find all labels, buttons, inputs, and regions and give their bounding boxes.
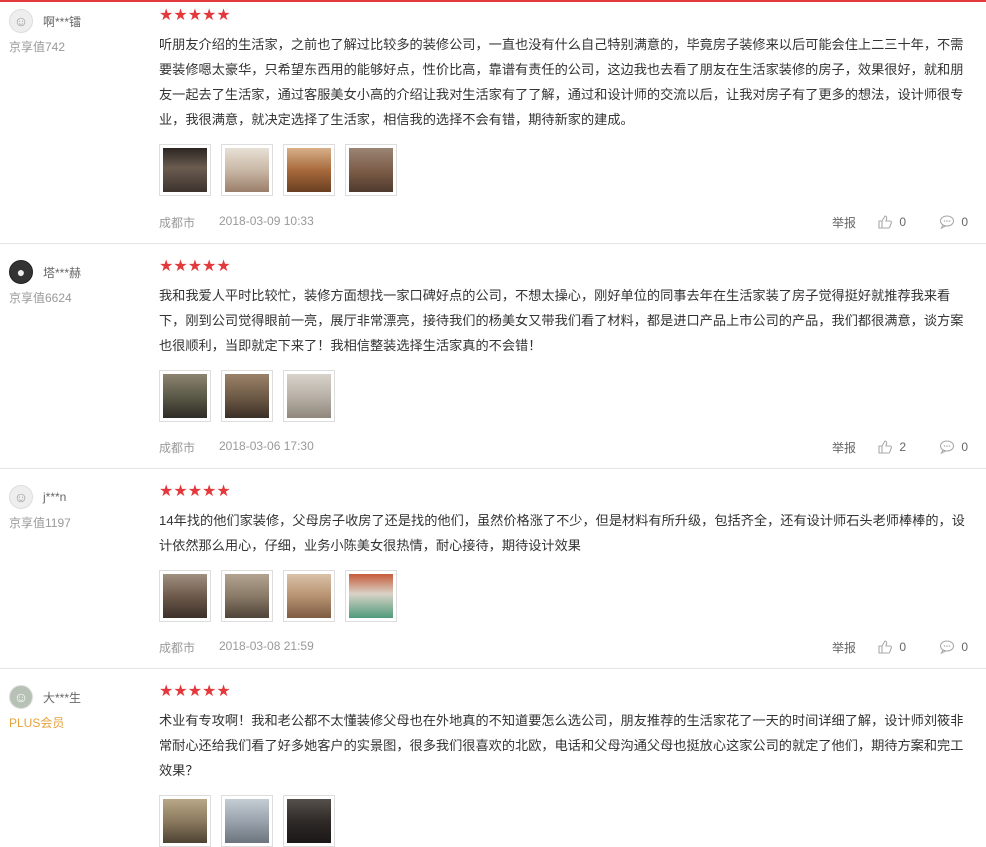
review-item: ● 塔***赫 京享值6624 ★ ★ ★ ★ ★ 我和我爱人平时比较忙，装修方面想找一… (0, 244, 986, 469)
comment-button[interactable]: 0 (939, 439, 968, 455)
thumbs-up-icon (878, 440, 893, 454)
star-icon: ★ (173, 683, 188, 700)
star-icon: ★ (159, 7, 174, 24)
user-level: 京享值6624 (9, 291, 72, 305)
photo-thumbnail[interactable] (283, 570, 335, 622)
review-date: 2018-03-09 10:33 (219, 214, 314, 228)
username[interactable]: 大***生 (43, 689, 81, 706)
comment-bubble-icon (940, 640, 955, 655)
comment-count: 0 (961, 640, 968, 654)
star-icon: ★ (173, 258, 188, 275)
photo-thumbnail[interactable] (283, 795, 335, 847)
rating-stars: ★ ★ ★ ★ ★ (159, 484, 968, 500)
photo-thumbnail[interactable] (345, 570, 397, 622)
star-icon: ★ (202, 683, 217, 700)
review-item: ☺ 大***生 PLUS会员 ★ ★ ★ ★ ★ 术业有专攻啊！我和老公都不太懂装修父母… (0, 669, 986, 847)
review-photos (159, 370, 968, 422)
review-item: ☺ j***n 京享值1197 ★ ★ ★ ★ ★ 14年找的他们家装修，父母房子收房了… (0, 469, 986, 669)
review-user: ☺ j***n 京享值1197 (9, 485, 149, 531)
report-link[interactable]: 举报 (832, 639, 856, 656)
review-text: 我和我爱人平时比较忙，装修方面想找一家口碑好点的公司，不想太操心，刚好单位的同事… (159, 288, 964, 353)
star-icon: ★ (187, 258, 203, 275)
review-photos (159, 144, 968, 196)
rating-stars: ★ ★ ★ ★ ★ (159, 8, 968, 24)
rating-stars: ★ ★ ★ ★ ★ (159, 259, 968, 275)
comment-count: 0 (961, 440, 968, 454)
plus-member-badge: PLUS会员 (9, 716, 65, 730)
star-icon: ★ (216, 683, 231, 700)
comment-count: 0 (961, 215, 968, 229)
comment-button[interactable]: 0 (939, 214, 968, 230)
star-icon: ★ (187, 7, 203, 24)
review-meta: 成都市 2018-03-08 21:59 举报 0 0 (159, 639, 968, 655)
review-location: 成都市 (159, 216, 196, 230)
photo-thumbnail[interactable] (221, 795, 273, 847)
review-user: ☺ 啊***镭 京享值742 (9, 9, 149, 55)
thumbs-up-icon (878, 640, 893, 654)
review-text: 术业有专攻啊！我和老公都不太懂装修父母也在外地真的不知道要怎么选公司，朋友推荐的… (159, 713, 964, 778)
star-icon: ★ (159, 483, 174, 500)
photo-thumbnail[interactable] (159, 144, 211, 196)
user-level: 京享值1197 (9, 516, 71, 530)
star-icon: ★ (173, 483, 188, 500)
star-icon: ★ (216, 483, 231, 500)
star-icon: ★ (187, 683, 203, 700)
photo-thumbnail[interactable] (221, 370, 273, 422)
thumbs-up-icon (878, 215, 893, 229)
photo-thumbnail[interactable] (159, 570, 211, 622)
star-icon: ★ (173, 7, 188, 24)
review-user: ☺ 大***生 PLUS会员 (9, 685, 149, 731)
star-icon: ★ (187, 483, 203, 500)
comment-bubble-icon (940, 440, 955, 455)
user-level: 京享值742 (9, 40, 66, 54)
username[interactable]: 啊***镭 (43, 13, 81, 30)
star-icon: ★ (159, 683, 174, 700)
review-user: ● 塔***赫 京享值6624 (9, 260, 149, 306)
username[interactable]: 塔***赫 (43, 264, 81, 281)
report-link[interactable]: 举报 (832, 439, 856, 456)
avatar[interactable]: ☺ (9, 685, 33, 709)
review-text: 14年找的他们家装修，父母房子收房了还是找的他们，虽然价格涨了不少，但是材料有所… (159, 513, 965, 553)
photo-thumbnail[interactable] (221, 144, 273, 196)
review-location: 成都市 (159, 641, 196, 655)
star-icon: ★ (159, 258, 174, 275)
avatar[interactable]: ☺ (9, 9, 33, 33)
review-photos (159, 795, 968, 847)
review-location: 成都市 (159, 441, 196, 455)
star-icon: ★ (202, 483, 217, 500)
like-button[interactable]: 0 (877, 639, 906, 655)
review-meta: 成都市 2018-03-09 10:33 举报 0 0 (159, 214, 968, 230)
star-icon: ★ (216, 258, 231, 275)
review-date: 2018-03-08 21:59 (219, 639, 314, 653)
like-count: 0 (899, 640, 906, 654)
photo-thumbnail[interactable] (345, 144, 397, 196)
avatar[interactable]: ● (9, 260, 33, 284)
rating-stars: ★ ★ ★ ★ ★ (159, 684, 968, 700)
like-button[interactable]: 2 (877, 439, 906, 455)
like-count: 0 (899, 215, 906, 229)
review-item: ☺ 啊***镭 京享值742 ★ ★ ★ ★ ★ 听朋友介绍的生活家，之前也了解过比较多… (0, 2, 986, 244)
star-icon: ★ (202, 7, 217, 24)
comment-button[interactable]: 0 (939, 639, 968, 655)
review-date: 2018-03-06 17:30 (219, 439, 314, 453)
like-count: 2 (899, 440, 906, 454)
comment-bubble-icon (940, 215, 955, 230)
report-link[interactable]: 举报 (832, 214, 856, 231)
avatar[interactable]: ☺ (9, 485, 33, 509)
photo-thumbnail[interactable] (283, 144, 335, 196)
star-icon: ★ (216, 7, 231, 24)
like-button[interactable]: 0 (877, 214, 906, 230)
review-photos (159, 570, 968, 622)
review-meta: 成都市 2018-03-06 17:30 举报 2 0 (159, 439, 968, 455)
star-icon: ★ (202, 258, 217, 275)
photo-thumbnail[interactable] (221, 570, 273, 622)
review-text: 听朋友介绍的生活家，之前也了解过比较多的装修公司，一直也没有什么自己特别满意的，… (159, 37, 964, 127)
photo-thumbnail[interactable] (159, 370, 211, 422)
photo-thumbnail[interactable] (283, 370, 335, 422)
photo-thumbnail[interactable] (159, 795, 211, 847)
username[interactable]: j***n (43, 490, 66, 504)
